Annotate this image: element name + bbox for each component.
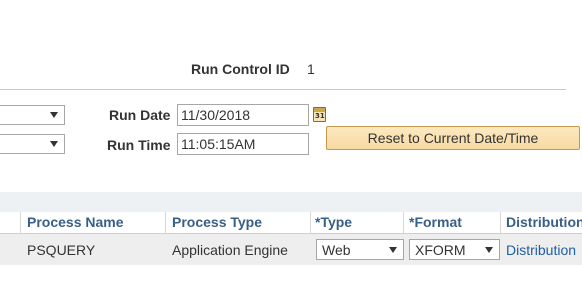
column-separator [403,212,404,233]
grid-top-band [0,192,582,212]
grid-header: Process Name Process Type *Type *Format … [0,212,582,234]
run-control-value: 1 [307,61,315,77]
run-date-input[interactable]: 11/30/2018 [177,104,309,126]
chevron-down-icon [50,112,58,118]
table-row: PSQUERY Application Engine Web XFORM Dis… [0,234,582,265]
chevron-down-icon [389,246,397,253]
column-separator [500,212,501,233]
col-process-name: Process Name [27,214,124,230]
calendar-day: 31 [315,112,325,120]
calendar-icon[interactable]: 31 [313,107,326,122]
dropdown-2[interactable] [0,134,65,154]
dropdown-1[interactable] [0,105,65,125]
col-distribution: Distribution [506,214,582,230]
col-type: *Type [315,214,353,230]
run-time-label: Run Time [107,137,171,153]
process-name-cell: PSQUERY [27,242,96,258]
column-separator [165,212,166,233]
column-separator [310,212,311,233]
distribution-link[interactable]: Distribution [506,242,576,258]
col-format: *Format [409,214,462,230]
type-select[interactable]: Web [316,239,404,260]
chevron-down-icon [50,141,58,147]
run-date-label: Run Date [109,107,171,123]
process-type-cell: Application Engine [172,242,288,258]
column-separator [20,212,21,233]
type-select-value: Web [322,241,351,258]
divider [0,89,566,90]
format-select[interactable]: XFORM [409,239,500,260]
run-time-input[interactable]: 11:05:15AM [177,133,309,155]
run-control-label: Run Control ID [191,61,290,77]
format-select-value: XFORM [415,241,466,258]
col-process-type: Process Type [172,214,263,230]
reset-to-current-button[interactable]: Reset to Current Date/Time [326,126,580,150]
chevron-down-icon [485,246,493,253]
